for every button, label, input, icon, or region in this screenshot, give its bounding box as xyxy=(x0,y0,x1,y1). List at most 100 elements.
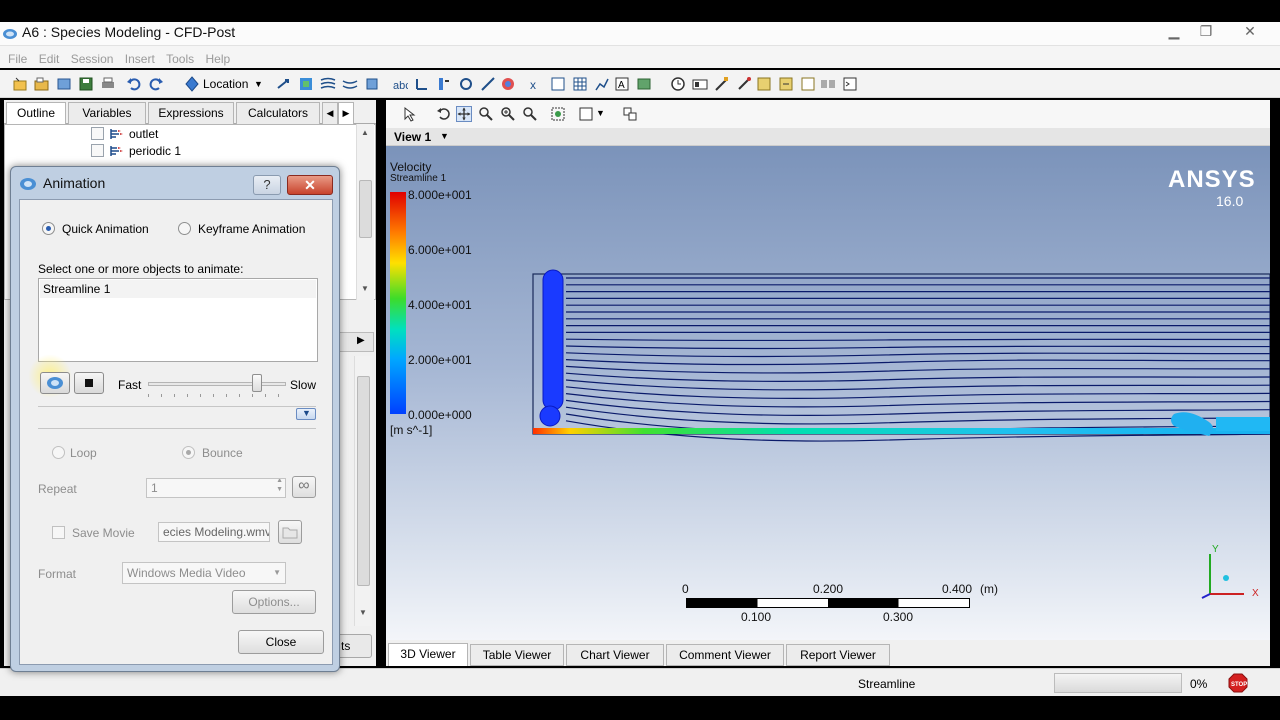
tab-chart-viewer[interactable]: Chart Viewer xyxy=(566,644,664,666)
tab-scroll-left[interactable]: ◀ xyxy=(322,102,338,124)
browse-button[interactable] xyxy=(278,520,302,544)
list-item[interactable]: Streamline 1 xyxy=(43,282,110,296)
speed-slider-thumb[interactable] xyxy=(252,374,262,392)
maximize-button[interactable]: ❐ xyxy=(1192,22,1220,42)
repeat-spinbox[interactable]: 1 ▲ ▼ xyxy=(146,478,286,498)
new-icon[interactable] xyxy=(12,76,28,92)
case-comparison-icon[interactable] xyxy=(820,76,836,92)
tab-expressions[interactable]: Expressions xyxy=(148,102,234,124)
chart-icon[interactable] xyxy=(594,76,610,92)
function-calculator-icon[interactable] xyxy=(756,76,772,92)
details-tab-scroll[interactable]: ▶ xyxy=(334,332,374,352)
tab-outline[interactable]: Outline xyxy=(6,102,66,125)
quick-animation-radio[interactable] xyxy=(42,222,55,235)
scroll-down-icon[interactable]: ▼ xyxy=(359,608,367,617)
play-button[interactable] xyxy=(40,372,70,394)
tab-scroll-right[interactable]: ▶ xyxy=(338,102,354,124)
variable-icon[interactable]: x xyxy=(528,76,544,92)
tree-checkbox[interactable] xyxy=(91,127,104,140)
volume-rendering-icon[interactable] xyxy=(364,76,380,92)
stop-icon[interactable]: STOP xyxy=(1228,673,1248,693)
save-icon[interactable] xyxy=(78,76,94,92)
pan-icon[interactable] xyxy=(456,106,472,122)
instance-transform-icon[interactable] xyxy=(458,76,474,92)
save-movie-checkbox[interactable] xyxy=(52,526,65,539)
chevron-down-icon[interactable]: ▼ xyxy=(596,108,605,118)
tree-checkbox[interactable] xyxy=(91,144,104,157)
quick-editor-icon[interactable] xyxy=(714,76,730,92)
command-editor-icon[interactable] xyxy=(842,76,858,92)
color-map-icon[interactable] xyxy=(500,76,516,92)
rotate-icon[interactable] xyxy=(436,106,452,122)
tab-comment-viewer[interactable]: Comment Viewer xyxy=(666,644,784,666)
minimize-button[interactable]: ▁ xyxy=(1160,22,1188,42)
slow-label: Slow xyxy=(290,378,317,392)
dialog-title-bar[interactable]: Animation ? ✕ xyxy=(19,173,333,195)
scroll-up-icon[interactable]: ▲ xyxy=(361,128,369,137)
zoom-box-icon[interactable] xyxy=(500,106,516,122)
menu-session[interactable]: Session xyxy=(63,46,114,66)
spin-arrows-icon[interactable]: ▲ ▼ xyxy=(276,479,283,494)
menu-help[interactable]: Help xyxy=(197,46,230,66)
legend-icon[interactable] xyxy=(436,76,452,92)
table-icon[interactable] xyxy=(572,76,588,92)
menu-insert[interactable]: Insert xyxy=(117,46,155,66)
bounce-radio[interactable] xyxy=(182,446,195,459)
open-icon[interactable] xyxy=(34,76,50,92)
scroll-thumb[interactable] xyxy=(357,376,370,586)
close-button[interactable]: Close xyxy=(238,630,324,654)
vector-icon[interactable] xyxy=(276,76,292,92)
expression-icon[interactable] xyxy=(550,76,566,92)
infinite-repeat-button[interactable]: ∞ xyxy=(292,476,316,498)
redo-icon[interactable] xyxy=(148,76,164,92)
macro-calculator-icon[interactable] xyxy=(778,76,794,92)
particle-track-icon[interactable] xyxy=(342,76,358,92)
dialog-close-button[interactable]: ✕ xyxy=(287,175,333,195)
keyframe-animation-radio[interactable] xyxy=(178,222,191,235)
load-state-icon[interactable] xyxy=(56,76,72,92)
animation-icon[interactable] xyxy=(692,76,708,92)
synchronize-icon[interactable] xyxy=(622,106,638,122)
mesh-calculator-icon[interactable] xyxy=(800,76,816,92)
tab-table-viewer[interactable]: Table Viewer xyxy=(470,644,564,666)
options-button[interactable]: Options... xyxy=(232,590,316,614)
zoom-fit-icon[interactable] xyxy=(522,106,538,122)
format-select[interactable]: Windows Media Video ▼ xyxy=(122,562,286,584)
outline-scrollbar[interactable]: ▲ ▼ xyxy=(356,124,374,300)
menu-edit[interactable]: Edit xyxy=(31,46,60,66)
view-selector[interactable]: View 1 ▼ xyxy=(386,128,1270,146)
comment-icon[interactable]: A xyxy=(614,76,630,92)
text-icon[interactable]: abc xyxy=(392,76,408,92)
tab-calculators[interactable]: Calculators xyxy=(236,102,320,124)
details-scrollbar[interactable]: ▼ xyxy=(354,356,372,626)
tab-variables[interactable]: Variables xyxy=(68,102,146,124)
movie-filename-field[interactable]: ecies Modeling.wmv xyxy=(158,522,270,542)
close-window-button[interactable]: ✕ xyxy=(1236,22,1264,42)
scroll-thumb[interactable] xyxy=(359,180,372,238)
figure-icon[interactable] xyxy=(636,76,652,92)
3d-viewport[interactable]: Velocity Streamline 1 8.000e+001 6.000e+… xyxy=(386,146,1270,640)
coordinate-frame-icon[interactable] xyxy=(414,76,430,92)
print-icon[interactable] xyxy=(100,76,116,92)
speed-slider-track[interactable] xyxy=(148,382,286,386)
contour-icon[interactable] xyxy=(298,76,314,92)
fit-view-icon[interactable] xyxy=(550,106,566,122)
objects-list[interactable]: Streamline 1 xyxy=(38,278,318,362)
clip-plane-icon[interactable] xyxy=(480,76,496,92)
select-icon[interactable] xyxy=(402,106,418,122)
menu-file[interactable]: File xyxy=(0,46,27,66)
menu-tools[interactable]: Tools xyxy=(158,46,194,66)
stop-button[interactable] xyxy=(74,372,104,394)
tab-report-viewer[interactable]: Report Viewer xyxy=(786,644,890,666)
timestep-icon[interactable] xyxy=(670,76,686,92)
probe-icon[interactable] xyxy=(736,76,752,92)
zoom-icon[interactable] xyxy=(478,106,494,122)
streamline-icon[interactable] xyxy=(320,76,336,92)
help-button[interactable]: ? xyxy=(253,175,281,195)
loop-radio[interactable] xyxy=(52,446,65,459)
expand-options-button[interactable]: ▼ xyxy=(296,408,316,420)
scroll-down-icon[interactable]: ▼ xyxy=(361,284,369,293)
undo-icon[interactable] xyxy=(126,76,142,92)
tab-3d-viewer[interactable]: 3D Viewer xyxy=(388,643,468,666)
viewport-layout-icon[interactable] xyxy=(578,106,594,122)
